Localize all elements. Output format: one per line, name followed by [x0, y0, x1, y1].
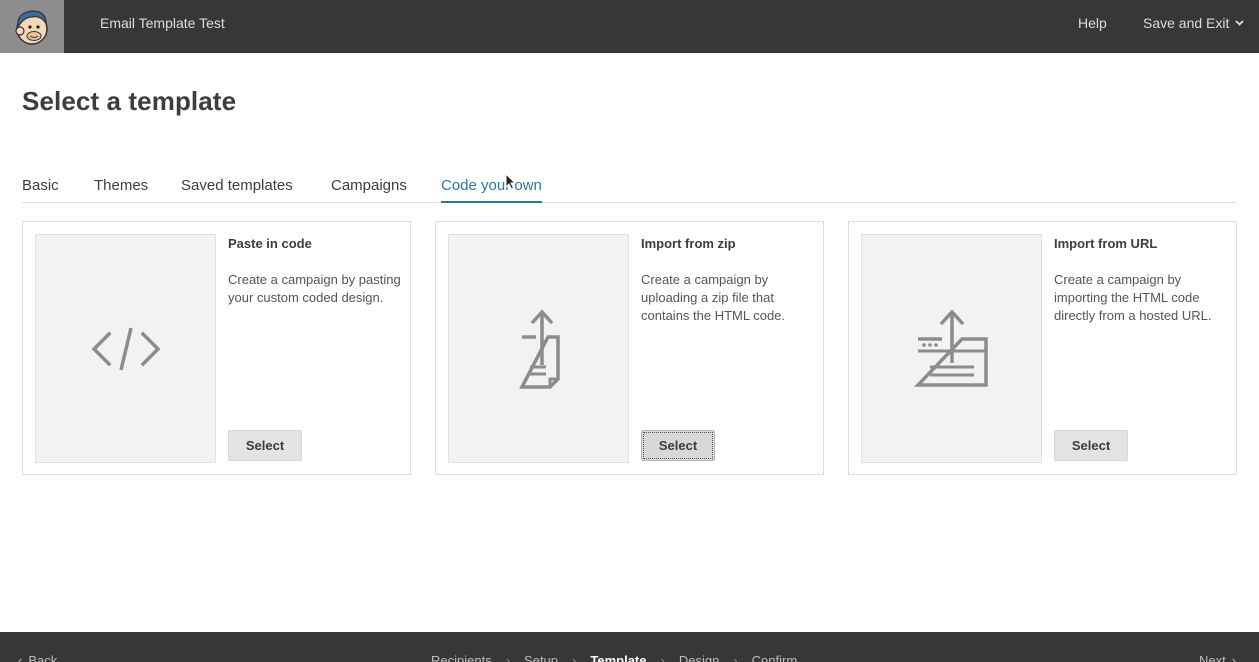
chevron-right-icon: ›	[733, 653, 738, 662]
select-paste-in-code-button[interactable]: Select	[228, 430, 302, 461]
card-title: Import from URL	[1054, 236, 1158, 251]
step-recipients[interactable]: Recipients	[431, 653, 492, 662]
zip-upload-icon	[518, 308, 560, 389]
chevron-right-icon: ›	[1231, 653, 1237, 662]
card-description: Create a campaign by uploading a zip fil…	[641, 272, 786, 323]
tab-code-your-own[interactable]: Code your own	[441, 177, 542, 203]
save-and-exit-label: Save and Exit	[1143, 15, 1230, 31]
step-confirm[interactable]: Confirm	[752, 653, 798, 662]
step-template[interactable]: Template	[590, 653, 646, 662]
select-import-from-url-button[interactable]: Select	[1054, 430, 1128, 461]
tab-campaigns[interactable]: Campaigns	[331, 177, 407, 203]
card-description: Create a campaign by importing the HTML …	[1054, 272, 1212, 323]
top-bar: Email Template Test Help Save and Exit	[0, 0, 1259, 53]
bottom-nav-bar: ‹ Back Recipients › Setup › Template › D…	[0, 632, 1259, 662]
campaign-title: Email Template Test	[100, 15, 225, 31]
step-breadcrumb: Recipients › Setup › Template › Design ›…	[431, 653, 797, 662]
tab-themes[interactable]: Themes	[94, 177, 148, 203]
card-import-from-url: Import from URL Create a campaign by imp…	[848, 221, 1237, 475]
next-label: Next	[1199, 653, 1226, 662]
card-import-from-zip: Import from zip Create a campaign by upl…	[435, 221, 824, 475]
save-and-exit-button[interactable]: Save and Exit	[1143, 15, 1245, 31]
card-thumbnail	[35, 234, 216, 463]
url-import-icon	[913, 308, 988, 387]
tab-basic[interactable]: Basic	[22, 177, 59, 203]
card-thumbnail	[448, 234, 629, 463]
chevron-left-icon: ‹	[18, 653, 23, 662]
chevron-right-icon: ›	[660, 653, 665, 662]
chevron-right-icon: ›	[572, 653, 577, 662]
card-title: Import from zip	[641, 236, 736, 251]
code-icon	[91, 327, 160, 370]
help-link[interactable]: Help	[1078, 15, 1107, 31]
chevron-down-icon	[1235, 20, 1245, 26]
step-design[interactable]: Design	[679, 653, 719, 662]
step-setup[interactable]: Setup	[524, 653, 558, 662]
page-title: Select a template	[22, 86, 237, 116]
mouse-cursor-icon	[505, 173, 516, 190]
template-tabs: Basic Themes Saved templates Campaigns C…	[22, 170, 1237, 203]
chevron-right-icon: ›	[505, 653, 511, 662]
back-label: Back	[28, 653, 58, 662]
card-description: Create a campaign by pasting your custom…	[228, 272, 401, 305]
select-import-from-zip-button[interactable]: Select	[641, 430, 715, 461]
tab-saved-templates[interactable]: Saved templates	[181, 177, 293, 203]
card-paste-in-code: Paste in code Create a campaign by pasti…	[22, 221, 411, 475]
logo[interactable]	[0, 0, 64, 53]
next-button[interactable]: Next ›	[1199, 653, 1236, 662]
card-thumbnail	[861, 234, 1042, 463]
card-title: Paste in code	[228, 236, 312, 251]
chimp-logo-icon	[15, 9, 48, 45]
back-button[interactable]: ‹ Back	[18, 653, 57, 662]
